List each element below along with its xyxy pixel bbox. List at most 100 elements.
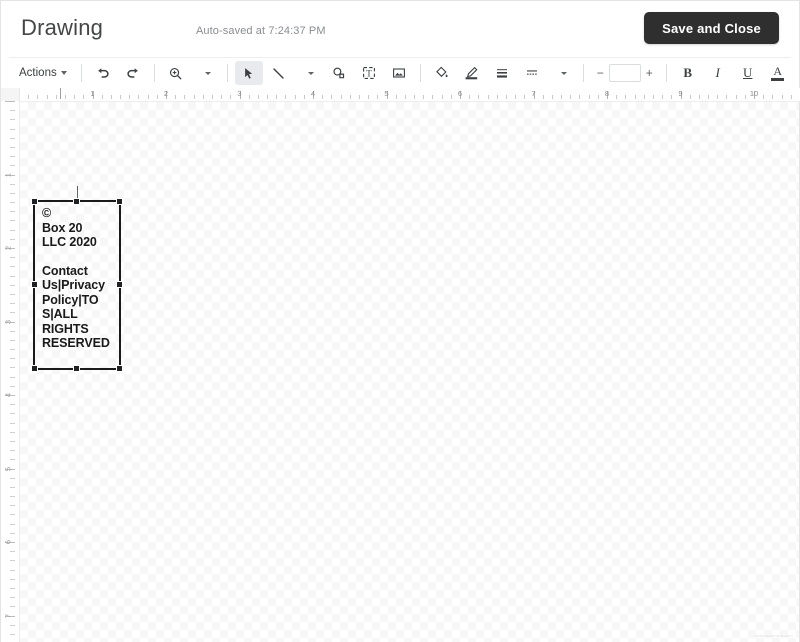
ruler-tick: [101, 95, 103, 99]
ruler-tick: [368, 95, 370, 99]
chevron-down-icon: [307, 71, 314, 75]
ruler-tick: [10, 128, 15, 130]
ruler-tick: [10, 569, 15, 571]
ruler-tick: [10, 330, 15, 332]
ruler-tick: [10, 624, 15, 626]
ruler-tick: [10, 192, 15, 194]
line-weight-icon: [496, 69, 507, 78]
ruler-tick: [10, 376, 15, 378]
text-box-icon: T: [362, 67, 375, 79]
resize-handle-top-center[interactable]: [73, 198, 80, 205]
ruler-tick: [487, 95, 489, 99]
text-line-3: LLC 2020: [42, 235, 97, 249]
ruler-tick: [10, 523, 15, 525]
text-color-button[interactable]: A: [764, 61, 792, 85]
ruler-tick: [10, 183, 15, 185]
svg-text:T: T: [366, 68, 372, 78]
ruler-tick: [156, 95, 158, 99]
ruler-tick: [10, 440, 15, 442]
ruler-tick: [10, 284, 15, 286]
image-tool-button[interactable]: [385, 61, 413, 85]
redo-button[interactable]: [119, 61, 147, 85]
ruler-tick: [616, 95, 618, 99]
line-tool-button[interactable]: [265, 61, 293, 85]
bold-button[interactable]: B: [674, 61, 702, 85]
ruler-label: 3: [237, 89, 242, 98]
ruler-tick: [37, 95, 39, 99]
ruler-label: 6: [3, 539, 13, 545]
ruler-tick: [441, 95, 443, 99]
page-title: Drawing: [21, 15, 104, 40]
work-area: © Box 20 LLC 2020 Contact Us|Privacy Pol…: [1, 88, 800, 642]
ruler-tick: [83, 95, 85, 99]
selected-text-box-shape[interactable]: © Box 20 LLC 2020 Contact Us|Privacy Pol…: [31, 186, 123, 372]
resize-handle-top-left[interactable]: [31, 198, 38, 205]
undo-button[interactable]: [89, 61, 117, 85]
font-size-stepper[interactable]: − +: [592, 63, 658, 83]
line-color-icon: [465, 66, 478, 80]
resize-handle-middle-left[interactable]: [31, 281, 38, 288]
drawing-canvas[interactable]: © Box 20 LLC 2020 Contact Us|Privacy Pol…: [20, 102, 799, 642]
resize-handle-bottom-center[interactable]: [73, 365, 80, 372]
ruler-tick: [28, 95, 30, 99]
ruler-tick: [10, 119, 15, 121]
ruler-tick: [10, 578, 15, 580]
resize-handle-bottom-right[interactable]: [116, 365, 123, 372]
shape-tool-button[interactable]: [325, 61, 353, 85]
watermark-text: www.example.com: [755, 633, 793, 638]
ruler-tick: [414, 95, 416, 99]
font-dropdown-button[interactable]: [548, 61, 576, 85]
ruler-label: 9: [678, 89, 683, 98]
ruler-tick: [10, 422, 15, 424]
increase-font-size-button[interactable]: +: [641, 64, 658, 83]
line-weight-button[interactable]: [488, 61, 516, 85]
ruler-tick: [10, 505, 15, 507]
line-color-button[interactable]: [458, 61, 486, 85]
ruler-tick: [10, 597, 15, 599]
line-dash-button[interactable]: [518, 61, 546, 85]
actions-menu-button[interactable]: Actions: [13, 62, 73, 84]
ruler-tick: [10, 514, 15, 516]
ruler-tick: [570, 95, 572, 99]
ruler-tick: [175, 95, 177, 99]
ruler-label: 6: [457, 89, 463, 98]
resize-handle-bottom-left[interactable]: [31, 365, 38, 372]
ruler-tick: [597, 95, 599, 99]
ruler-tick: [10, 202, 15, 204]
decrease-font-size-button[interactable]: −: [592, 64, 609, 83]
zoom-dropdown-button[interactable]: [192, 61, 220, 85]
zoom-button[interactable]: [162, 61, 190, 85]
line-icon: [273, 67, 284, 79]
ruler-tick: [10, 385, 15, 387]
ruler-tick: [10, 257, 15, 259]
ruler-tick: [671, 95, 673, 99]
resize-handle-top-right[interactable]: [116, 198, 123, 205]
save-and-close-button[interactable]: Save and Close: [644, 12, 779, 44]
resize-handle-middle-right[interactable]: [116, 281, 123, 288]
ruler-tick: [276, 95, 278, 99]
header-bar: Drawing Auto-saved at 7:24:37 PM Save an…: [1, 1, 799, 57]
ruler-tick: [64, 95, 66, 99]
text-line-8: RIGHTS: [42, 321, 89, 336]
ruler-tick: [55, 95, 57, 99]
text-box-tool-button[interactable]: T: [355, 61, 383, 85]
ruler-label: 3: [3, 319, 13, 324]
highlight-color-button[interactable]: [794, 61, 800, 85]
toolbar-divider: [665, 64, 667, 82]
italic-button[interactable]: I: [704, 61, 732, 85]
fill-color-button[interactable]: [428, 61, 456, 85]
select-tool-button[interactable]: [234, 61, 263, 85]
toolbar-divider: [419, 64, 421, 82]
font-size-input[interactable]: [608, 64, 641, 82]
ruler-tick: [505, 95, 507, 99]
ruler-tick: [10, 238, 15, 240]
ruler-tick: [267, 95, 269, 99]
ruler-tick: [515, 95, 517, 99]
ruler-tick: [10, 293, 15, 295]
vertical-ruler[interactable]: 1 2 3 4 5 6 7: [1, 101, 20, 642]
line-dropdown-button[interactable]: [295, 61, 323, 85]
ruler-tick: [10, 312, 15, 314]
ruler-tick: [10, 560, 15, 562]
horizontal-ruler[interactable]: 1 2 3 4 5 6 7 8 9 10: [1, 88, 800, 102]
underline-button[interactable]: U: [734, 61, 762, 85]
